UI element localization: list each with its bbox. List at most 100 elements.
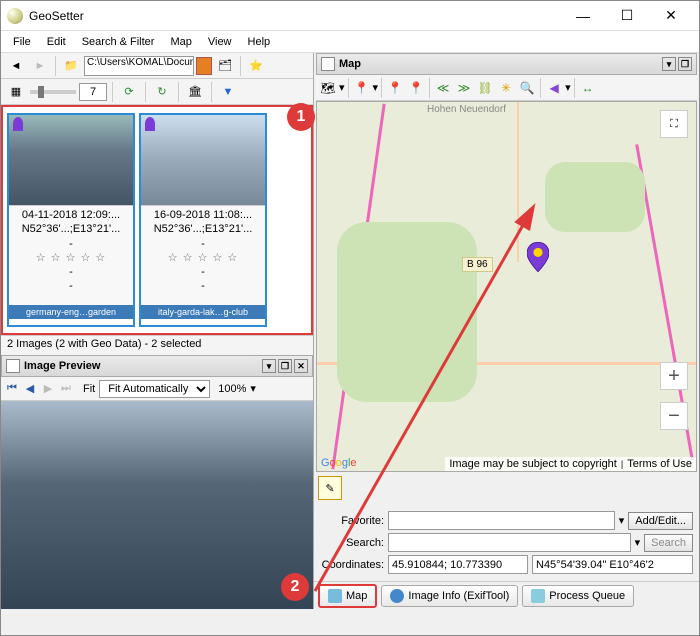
map-header: Map ▾ ❐ bbox=[316, 53, 697, 75]
cluster-icon[interactable]: ✳ bbox=[496, 78, 516, 98]
favorites-icon[interactable]: ⭐ bbox=[245, 55, 267, 77]
preview-icon bbox=[6, 359, 20, 373]
tab-image-info[interactable]: Image Info (ExifTool) bbox=[381, 585, 518, 607]
left-column: ◄ ► 📁 C:\Users\KOMAL\Docum 🗂 ⭐ ▦ ⟳ ↻ 🏛 ▼ bbox=[1, 53, 314, 609]
sort-icon[interactable]: 🏛 bbox=[184, 81, 206, 103]
favorite-dropdown-icon[interactable]: ▾ bbox=[619, 514, 625, 527]
fit-mode-select[interactable]: Fit Automatically bbox=[99, 380, 210, 398]
map-type-icon[interactable]: 🗺 bbox=[318, 78, 338, 98]
first-image-icon[interactable]: ⏮ bbox=[5, 382, 19, 395]
map-menu-icon[interactable]: ▾ bbox=[662, 57, 676, 71]
path-input[interactable]: C:\Users\KOMAL\Docum bbox=[84, 56, 194, 76]
folder-tree-icon[interactable]: 🗂 bbox=[214, 55, 236, 77]
coordinates-decimal-input[interactable] bbox=[388, 555, 528, 574]
maximize-button[interactable]: ☐ bbox=[605, 2, 649, 30]
map-canvas[interactable]: Hohen Neuendorf B 96 ⛶ + − Google Image … bbox=[316, 101, 697, 472]
thumb-size-slider[interactable] bbox=[30, 90, 76, 94]
title-bar: GeoSetter — ☐ ✕ bbox=[1, 1, 699, 31]
preview-title: Image Preview bbox=[24, 360, 100, 372]
preview-header: Image Preview ▾ ❐ ✕ bbox=[1, 355, 313, 377]
menu-help[interactable]: Help bbox=[242, 34, 277, 50]
close-button[interactable]: ✕ bbox=[649, 2, 693, 30]
menu-file[interactable]: File bbox=[7, 34, 37, 50]
thumb-toolbar: ▦ ⟳ ↻ 🏛 ▼ bbox=[1, 79, 313, 105]
search-button[interactable]: Search bbox=[644, 534, 693, 552]
google-logo: Google bbox=[321, 454, 357, 469]
zoom-dropdown-icon[interactable]: ▾ bbox=[250, 382, 256, 395]
zoom-out-button[interactable]: − bbox=[660, 402, 688, 430]
thumb-date-2: 16-09-2018 11:08:... bbox=[143, 208, 263, 222]
thumbnail-grid: 1 04-11-2018 12:09:... N52°36'...;E13°21… bbox=[1, 105, 313, 335]
preview-image[interactable]: 2 bbox=[1, 401, 313, 609]
track-fwd-icon[interactable]: ≫ bbox=[454, 78, 474, 98]
folder-up-icon[interactable]: 📁 bbox=[60, 55, 82, 77]
right-column: Map ▾ ❐ 🗺▾ 📍▾ 📍 📍 ≪ ≫ ⛓ ✳ 🔍 ◀▾ ↔ Hohen N… bbox=[314, 53, 699, 609]
edit-location-button[interactable]: ✎ bbox=[318, 476, 342, 500]
callout-2: 2 bbox=[281, 573, 309, 601]
fit-label: Fit bbox=[83, 383, 95, 395]
zoom-fit-icon[interactable]: 🔍 bbox=[517, 78, 537, 98]
tab-map[interactable]: Map bbox=[318, 584, 377, 608]
prev-image-icon[interactable]: ◀ bbox=[23, 382, 37, 395]
path-dropdown-button[interactable] bbox=[196, 57, 212, 75]
thumb-italy[interactable]: 16-09-2018 11:08:... N52°36'...;E13°21'.… bbox=[139, 113, 267, 327]
refresh-all-icon[interactable]: ⟳ bbox=[118, 81, 140, 103]
next-image-icon[interactable]: ▶ bbox=[41, 382, 55, 395]
sync-icon[interactable]: ↔ bbox=[578, 78, 598, 98]
tab-process-queue[interactable]: Process Queue bbox=[522, 585, 634, 607]
bottom-tabbar: Map Image Info (ExifTool) Process Queue bbox=[314, 581, 699, 609]
search-input[interactable] bbox=[388, 533, 631, 552]
favorite-input[interactable] bbox=[388, 511, 615, 530]
map-attribution: Image may be subject to copyright | Term… bbox=[445, 457, 696, 471]
pane-restore-icon[interactable]: ❐ bbox=[278, 359, 292, 373]
map-toolbar: 🗺▾ 📍▾ 📍 📍 ≪ ≫ ⛓ ✳ 🔍 ◀▾ ↔ bbox=[316, 75, 697, 101]
pane-menu-icon[interactable]: ▾ bbox=[262, 359, 276, 373]
marker-yellow-icon[interactable]: 📍 bbox=[352, 78, 372, 98]
track-back-icon[interactable]: ≪ bbox=[433, 78, 453, 98]
callout-1: 1 bbox=[287, 103, 315, 131]
menu-search[interactable]: Search & Filter bbox=[76, 34, 161, 50]
add-edit-button[interactable]: Add/Edit... bbox=[628, 512, 693, 530]
goto-icon[interactable]: ◀ bbox=[544, 78, 564, 98]
zoom-in-button[interactable]: + bbox=[660, 362, 688, 390]
back-icon[interactable]: ◄ bbox=[5, 55, 27, 77]
thumb-coords-2: N52°36'...;E13°21'... bbox=[143, 222, 263, 236]
map-tab-icon bbox=[328, 589, 342, 603]
window-title: GeoSetter bbox=[29, 9, 561, 23]
app-icon bbox=[7, 8, 23, 24]
geo-pin-icon bbox=[145, 117, 155, 131]
thumb-cols-input[interactable] bbox=[79, 83, 107, 101]
coordinates-dms-input[interactable] bbox=[532, 555, 693, 574]
map-form: Favorite: ▾ Add/Edit... Search: ▾ Search… bbox=[314, 504, 699, 581]
thumb-image-1 bbox=[9, 115, 133, 205]
search-dropdown-icon[interactable]: ▾ bbox=[635, 536, 641, 549]
filter-icon[interactable]: ▼ bbox=[217, 81, 239, 103]
search-label: Search: bbox=[320, 537, 384, 549]
fullscreen-icon[interactable]: ⛶ bbox=[660, 110, 688, 138]
pane-close-icon[interactable]: ✕ bbox=[294, 359, 308, 373]
refresh-icon[interactable]: ↻ bbox=[151, 81, 173, 103]
map-restore-icon[interactable]: ❐ bbox=[678, 57, 692, 71]
thumb-stars-2: ☆ ☆ ☆ ☆ ☆ bbox=[143, 251, 263, 265]
menu-view[interactable]: View bbox=[202, 34, 238, 50]
path-toolbar: ◄ ► 📁 C:\Users\KOMAL\Docum 🗂 ⭐ bbox=[1, 53, 313, 79]
map-marker-icon[interactable] bbox=[527, 242, 549, 272]
map-title: Map bbox=[339, 58, 361, 70]
menu-edit[interactable]: Edit bbox=[41, 34, 72, 50]
thumb-germany[interactable]: 04-11-2018 12:09:... N52°36'...;E13°21'.… bbox=[7, 113, 135, 327]
marker-add-icon[interactable]: 📍 bbox=[406, 78, 426, 98]
geo-pin-icon bbox=[13, 117, 23, 131]
last-image-icon[interactable]: ⏭ bbox=[59, 382, 73, 395]
map-pane-icon bbox=[321, 57, 335, 71]
menu-map[interactable]: Map bbox=[164, 34, 197, 50]
road-label-b96: B 96 bbox=[462, 257, 493, 272]
favorite-label: Favorite: bbox=[320, 515, 384, 527]
thumb-date-1: 04-11-2018 12:09:... bbox=[11, 208, 131, 222]
track-icon[interactable]: ⛓ bbox=[475, 78, 495, 98]
preview-toolbar: ⏮ ◀ ▶ ⏭ Fit Fit Automatically 100% ▾ bbox=[1, 377, 313, 401]
minimize-button[interactable]: — bbox=[561, 2, 605, 30]
thumb-image-2 bbox=[141, 115, 265, 205]
marker-red-icon[interactable]: 📍 bbox=[385, 78, 405, 98]
view-mode-icon[interactable]: ▦ bbox=[5, 81, 27, 103]
forward-icon[interactable]: ► bbox=[29, 55, 51, 77]
